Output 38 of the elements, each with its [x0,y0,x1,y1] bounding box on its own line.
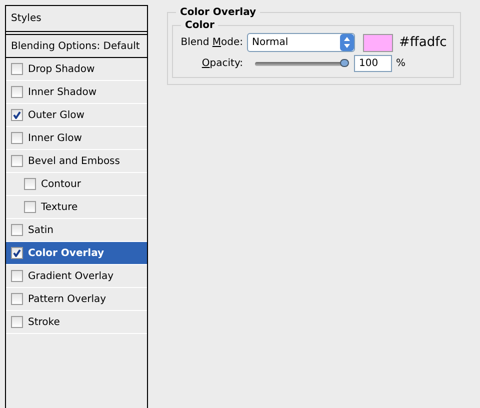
style-item[interactable]: Stroke [6,311,147,334]
checkbox[interactable] [11,155,23,167]
style-item[interactable]: Inner Shadow [6,81,147,104]
group-title: Color Overlay [179,7,258,18]
style-item[interactable]: Drop Shadow [6,58,147,81]
blend-mode-dropdown[interactable]: Normal [247,33,355,52]
checkbox[interactable] [24,178,36,190]
checkbox[interactable] [11,316,23,328]
checkbox[interactable] [11,270,23,282]
style-item[interactable]: Inner Glow [6,127,147,150]
style-item[interactable]: Outer Glow [6,104,147,127]
checkbox[interactable] [11,293,23,305]
blending-options-item[interactable]: Blending Options: Default [6,35,147,58]
style-item[interactable]: Color Overlay [6,242,147,265]
checkmark-icon [13,249,21,257]
field-label: Opacity: [200,58,243,69]
panel-title: Styles [11,13,42,24]
checkbox[interactable] [11,109,23,121]
checkbox[interactable] [24,201,36,213]
checkbox[interactable] [11,224,23,236]
field-label: Blend Mode: [180,37,243,48]
hex-value: #ffadfc [399,35,447,50]
checkbox[interactable] [11,247,23,259]
checkbox[interactable] [11,86,23,98]
style-item[interactable]: Pattern Overlay [6,288,147,311]
color-swatch[interactable] [363,34,393,52]
style-item[interactable]: Bevel and Emboss [6,150,147,173]
checkbox[interactable] [11,132,23,144]
opacity-field[interactable]: 100 [354,55,392,72]
percent-unit: % [396,58,406,69]
checkmark-icon [13,111,21,119]
group-title: Color [184,20,216,31]
slider-thumb[interactable] [340,58,349,66]
style-item[interactable]: Texture [6,196,147,219]
spinner-icon [340,34,354,51]
checkbox[interactable] [11,63,23,75]
style-item[interactable]: Contour [6,173,147,196]
style-item[interactable]: Gradient Overlay [6,265,147,288]
